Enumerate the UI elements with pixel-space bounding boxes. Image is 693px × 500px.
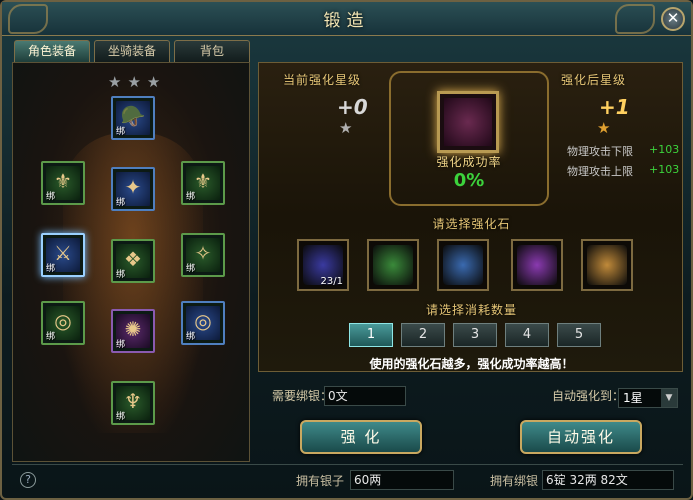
bind-badge: 绑: [46, 332, 56, 342]
current-star-icon: ★: [339, 119, 353, 137]
attr-label-min: 物理攻击下限: [567, 145, 633, 158]
tab-mount-equipment[interactable]: 坐骑装备: [94, 40, 170, 62]
count-button-2[interactable]: 2: [401, 323, 445, 347]
forge-window: 锻造 ✕ 角色装备 坐骑装备 背包 ★ ★ ★ 🪖 绑 ⚜ 绑 ✦ 绑 ⚜ 绑 ⚔ 绑 ❖ 绑 ✧ 绑 ◎ 绑…: [0, 0, 693, 500]
enhance-button[interactable]: 强 化: [300, 420, 422, 454]
enhance-stone-1[interactable]: 23/1: [297, 239, 349, 291]
enhance-item-slot[interactable]: [437, 91, 499, 153]
select-count-label: 请选择消耗数量: [425, 303, 517, 317]
success-rate-box: 强化成功率 0%: [409, 153, 529, 197]
equipment-panel: ★ ★ ★ 🪖 绑 ⚜ 绑 ✦ 绑 ⚜ 绑 ⚔ 绑 ❖ 绑 ✧ 绑 ◎ 绑 ✺ 绑 ◎ 绑 ♆ 绑: [12, 62, 250, 462]
tab-backpack[interactable]: 背包: [174, 40, 250, 62]
bind-badge: 绑: [46, 264, 56, 274]
own-bound-silver-field: 6锭 32两 82文: [542, 470, 674, 490]
equip-slot-armor[interactable]: ❖ 绑: [111, 239, 155, 283]
stone-count: 23/1: [320, 276, 343, 287]
equip-slot-shoulder-right[interactable]: ⚜ 绑: [181, 161, 225, 205]
count-button-5[interactable]: 5: [557, 323, 601, 347]
bind-badge: 绑: [186, 192, 196, 202]
bind-badge: 绑: [116, 127, 126, 137]
need-silver-field: 0文: [324, 386, 406, 406]
own-bound-silver-label: 拥有绑银: [490, 474, 539, 488]
equipment-stars: ★ ★ ★: [108, 73, 160, 91]
bind-badge: 绑: [116, 198, 126, 208]
need-silver-label: 需要绑银：: [272, 389, 333, 403]
bind-badge: 绑: [186, 332, 196, 342]
success-rate-label: 强化成功率: [436, 155, 502, 169]
equip-slot-boots[interactable]: ♆ 绑: [111, 381, 155, 425]
equip-slot-bracer[interactable]: ✧ 绑: [181, 233, 225, 277]
equip-slot-shoulder-left[interactable]: ⚜ 绑: [41, 161, 85, 205]
equip-slot-weapon[interactable]: ⚔ 绑: [41, 233, 85, 277]
enhance-panel: 当前强化星级 +0 ★ 强化后星级 +1 ★ 物理攻击下限 +103 物理攻击上…: [258, 62, 683, 372]
bind-badge: 绑: [186, 264, 196, 274]
enhance-stone-5[interactable]: [581, 239, 633, 291]
success-rate-value: 0%: [453, 170, 485, 191]
close-icon[interactable]: ✕: [661, 7, 685, 31]
after-star-value: +1: [599, 95, 630, 119]
enhance-hint: 使用的强化石越多，强化成功率越高！: [369, 357, 574, 371]
star-icon: ★: [108, 73, 122, 91]
enhance-stone-3[interactable]: [437, 239, 489, 291]
bind-badge: 绑: [116, 412, 126, 422]
equip-slot-ring-right[interactable]: ◎ 绑: [181, 301, 225, 345]
select-stone-label: 请选择强化石: [432, 217, 511, 231]
auto-enhance-to-label: 自动强化到：: [552, 389, 625, 403]
attr-label-max: 物理攻击上限: [567, 165, 633, 178]
auto-enhance-value: 1星: [623, 391, 643, 405]
bind-badge: 绑: [116, 340, 126, 350]
corner-ornament-left: [8, 4, 48, 34]
equip-slot-helmet[interactable]: 🪖 绑: [111, 96, 155, 140]
after-star-icon: ★: [597, 119, 611, 137]
tab-character-equipment[interactable]: 角色装备: [14, 40, 90, 62]
attr-value-max: +103: [649, 163, 680, 176]
count-button-4[interactable]: 4: [505, 323, 549, 347]
bind-badge: 绑: [116, 270, 126, 280]
enhance-stone-2[interactable]: [367, 239, 419, 291]
title-bar[interactable]: 锻造: [2, 2, 691, 36]
equipment-tabs: 角色装备 坐骑装备 背包: [14, 40, 250, 62]
bind-badge: 绑: [46, 192, 56, 202]
after-star-label: 强化后星级: [561, 73, 627, 87]
current-star-label: 当前强化星级: [283, 73, 362, 87]
chevron-down-icon[interactable]: ▼: [661, 389, 677, 407]
window-title: 锻造: [323, 11, 370, 31]
equip-slot-belt[interactable]: ✺ 绑: [111, 309, 155, 353]
own-silver-field: 60两: [350, 470, 454, 490]
current-star-value: +0: [337, 95, 368, 119]
equip-slot-ring-left[interactable]: ◎ 绑: [41, 301, 85, 345]
own-silver-label: 拥有银子: [296, 474, 345, 488]
equip-slot-necklace[interactable]: ✦ 绑: [111, 167, 155, 211]
auto-enhance-select[interactable]: 1星 ▼: [618, 388, 678, 408]
star-icon: ★: [146, 73, 161, 91]
enhance-stone-4[interactable]: [511, 239, 563, 291]
count-button-3[interactable]: 3: [453, 323, 497, 347]
auto-enhance-button[interactable]: 自动强化: [520, 420, 642, 454]
star-icon: ★: [127, 73, 141, 91]
corner-ornament-right: [615, 4, 655, 34]
attr-value-min: +103: [649, 143, 680, 156]
count-button-1[interactable]: 1: [349, 323, 393, 347]
